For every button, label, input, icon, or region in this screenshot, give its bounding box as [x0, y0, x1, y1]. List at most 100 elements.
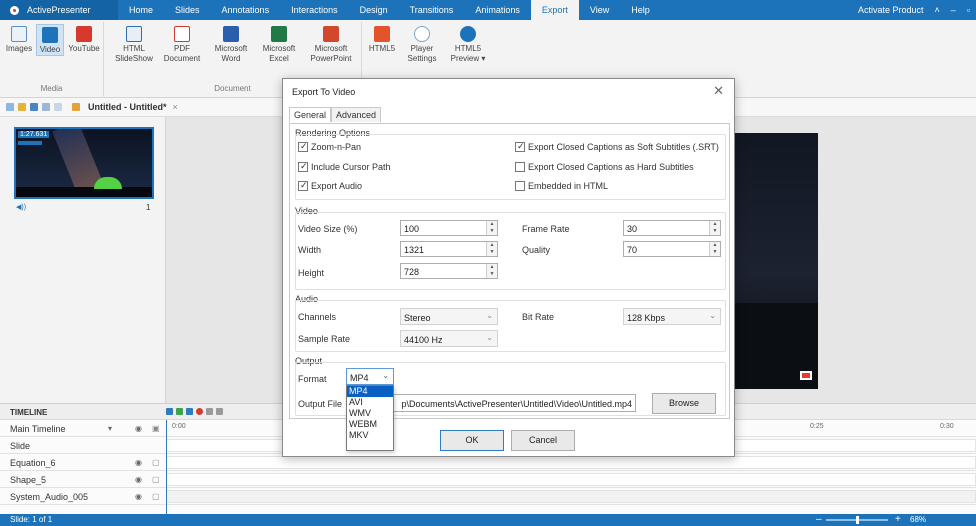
- stop-icon[interactable]: [186, 408, 193, 415]
- open-icon[interactable]: [18, 103, 26, 111]
- video-icon: [42, 27, 58, 43]
- include-cursor-checkbox[interactable]: Include Cursor Path: [298, 161, 391, 172]
- tab-general[interactable]: General: [289, 107, 332, 122]
- save-icon[interactable]: [30, 103, 38, 111]
- timeline-playhead[interactable]: [166, 420, 167, 515]
- timeline-track[interactable]: [166, 456, 976, 469]
- menu-view[interactable]: View: [579, 0, 620, 20]
- eye-icon[interactable]: ◉: [135, 424, 142, 433]
- quality-stepper[interactable]: 70 ▲ ▼: [623, 241, 721, 257]
- cc-hard-subtitles-checkbox[interactable]: Export Closed Captions as Hard Subtitles: [515, 162, 694, 172]
- cancel-button[interactable]: Cancel: [511, 430, 575, 451]
- unlock-icon[interactable]: ▢: [152, 458, 160, 467]
- eye-icon[interactable]: ◉: [135, 492, 142, 501]
- format-option-avi[interactable]: AVI: [347, 397, 393, 408]
- export-word-button[interactable]: Microsoft Word: [208, 24, 254, 64]
- width-stepper[interactable]: 1321 ▲ ▼: [400, 241, 498, 257]
- export-powerpoint-button[interactable]: Microsoft PowerPoint: [304, 24, 358, 64]
- ok-button[interactable]: OK: [440, 430, 504, 451]
- stepper-arrows-icon[interactable]: ▲ ▼: [486, 221, 497, 235]
- eye-icon[interactable]: ◉: [135, 475, 142, 484]
- ruler-tick-30: 0:30: [940, 423, 954, 430]
- format-option-mp4[interactable]: MP4: [347, 386, 393, 397]
- timeline-track[interactable]: [166, 473, 976, 486]
- menu-home[interactable]: Home: [118, 0, 164, 20]
- format-option-mkv[interactable]: MKV: [347, 430, 393, 441]
- menu-interactions[interactable]: Interactions: [280, 0, 349, 20]
- height-value: 728: [404, 267, 420, 277]
- menu-slides[interactable]: Slides: [164, 0, 211, 20]
- redo-icon[interactable]: [54, 103, 62, 111]
- output-file-input[interactable]: p\Documents\ActivePresenter\Untitled\Vid…: [380, 394, 636, 412]
- menu-transitions[interactable]: Transitions: [399, 0, 465, 20]
- html5-preview-button[interactable]: HTML5 Preview ▾: [446, 24, 490, 64]
- pdf-icon: [174, 26, 190, 42]
- bit-rate-select[interactable]: 128 Kbps ⌄: [623, 308, 721, 325]
- browse-button[interactable]: Browse: [652, 393, 716, 414]
- zoom-n-pan-checkbox[interactable]: Zoom-n-Pan: [298, 141, 361, 152]
- bit-rate-label: Bit Rate: [522, 312, 555, 322]
- tab-advanced[interactable]: Advanced: [331, 107, 382, 122]
- player-settings-button[interactable]: Player Settings: [402, 24, 442, 64]
- document-tab-title[interactable]: Untitled - Untitled*: [88, 102, 167, 112]
- new-icon[interactable]: [6, 103, 14, 111]
- timeline-row-label: Main Timeline: [10, 424, 66, 434]
- eye-icon[interactable]: ◉: [135, 458, 142, 467]
- app-logo: ActivePresenter: [0, 0, 118, 20]
- channels-select[interactable]: Stereo ⌄: [400, 308, 498, 325]
- sample-rate-select[interactable]: 44100 Hz ⌄: [400, 330, 498, 347]
- timeline-scrollbar[interactable]: [166, 490, 976, 503]
- lock-icon[interactable]: ▣: [152, 424, 160, 433]
- menu-help[interactable]: Help: [620, 0, 661, 20]
- ribbon-collapse-icon[interactable]: ˄: [935, 5, 940, 15]
- unlock-icon[interactable]: ▢: [152, 475, 160, 484]
- menu-design[interactable]: Design: [349, 0, 399, 20]
- export-youtube-button[interactable]: YouTube: [66, 24, 102, 54]
- slide-image[interactable]: [730, 133, 818, 389]
- ground-graphic: [16, 187, 152, 197]
- export-pdf-button[interactable]: PDF Document: [160, 24, 204, 64]
- format-option-wmv[interactable]: WMV: [347, 408, 393, 419]
- stepper-arrows-icon[interactable]: ▲ ▼: [709, 242, 720, 256]
- restore-icon[interactable]: ▫: [967, 5, 970, 15]
- play-icon[interactable]: [176, 408, 183, 415]
- stepper-arrows-icon[interactable]: ▲ ▼: [486, 242, 497, 256]
- close-icon[interactable]: ✕: [713, 83, 724, 99]
- height-stepper[interactable]: 728 ▲ ▼: [400, 263, 498, 279]
- export-excel-button[interactable]: Microsoft Excel: [256, 24, 302, 64]
- undo-icon[interactable]: [42, 103, 50, 111]
- slide-thumbnail[interactable]: 1:27.631: [14, 127, 154, 199]
- format-label: Format: [298, 374, 327, 384]
- chevron-down-icon[interactable]: ▾: [108, 424, 112, 433]
- export-images-button[interactable]: Images: [4, 24, 34, 54]
- export-html-slideshow-button[interactable]: HTML SlideShow: [112, 24, 156, 64]
- export-html5-button[interactable]: HTML5: [366, 24, 398, 54]
- menu-annotations[interactable]: Annotations: [211, 0, 281, 20]
- export-video-button[interactable]: Video: [36, 24, 64, 56]
- html5-icon: [374, 26, 390, 42]
- stepper-arrows-icon[interactable]: ▲ ▼: [709, 221, 720, 235]
- video-size-stepper[interactable]: 100 ▲ ▼: [400, 220, 498, 236]
- unlock-icon[interactable]: ▢: [152, 492, 160, 501]
- dialog-tabs: General Advanced: [289, 107, 382, 122]
- stepper-arrows-icon[interactable]: ▲ ▼: [486, 264, 497, 278]
- format-option-webm[interactable]: WEBM: [347, 419, 393, 430]
- zoom-slider-knob[interactable]: [856, 516, 859, 524]
- format-select[interactable]: MP4 ⌄: [346, 368, 394, 385]
- menu-animations[interactable]: Animations: [464, 0, 531, 20]
- export-audio-checkbox[interactable]: Export Audio: [298, 180, 362, 191]
- insert-slide-icon[interactable]: [166, 408, 173, 415]
- frame-rate-stepper[interactable]: 30 ▲ ▼: [623, 220, 721, 236]
- powerpoint-label-2: PowerPoint: [310, 54, 352, 63]
- zoom-out-icon[interactable]: [216, 408, 223, 415]
- document-tab-close-icon[interactable]: ×: [173, 102, 178, 112]
- zoom-in-icon[interactable]: [206, 408, 213, 415]
- minimize-icon[interactable]: –: [951, 5, 956, 15]
- zoom-plus-icon[interactable]: +: [895, 514, 901, 525]
- menu-export[interactable]: Export: [530, 0, 579, 20]
- zoom-minus-icon[interactable]: –: [816, 514, 822, 525]
- activate-product-link[interactable]: Activate Product: [858, 5, 924, 15]
- cc-soft-subtitles-checkbox[interactable]: Export Closed Captions as Soft Subtitles…: [515, 141, 719, 152]
- record-icon[interactable]: [196, 408, 203, 415]
- embedded-html-checkbox[interactable]: Embedded in HTML: [515, 181, 608, 191]
